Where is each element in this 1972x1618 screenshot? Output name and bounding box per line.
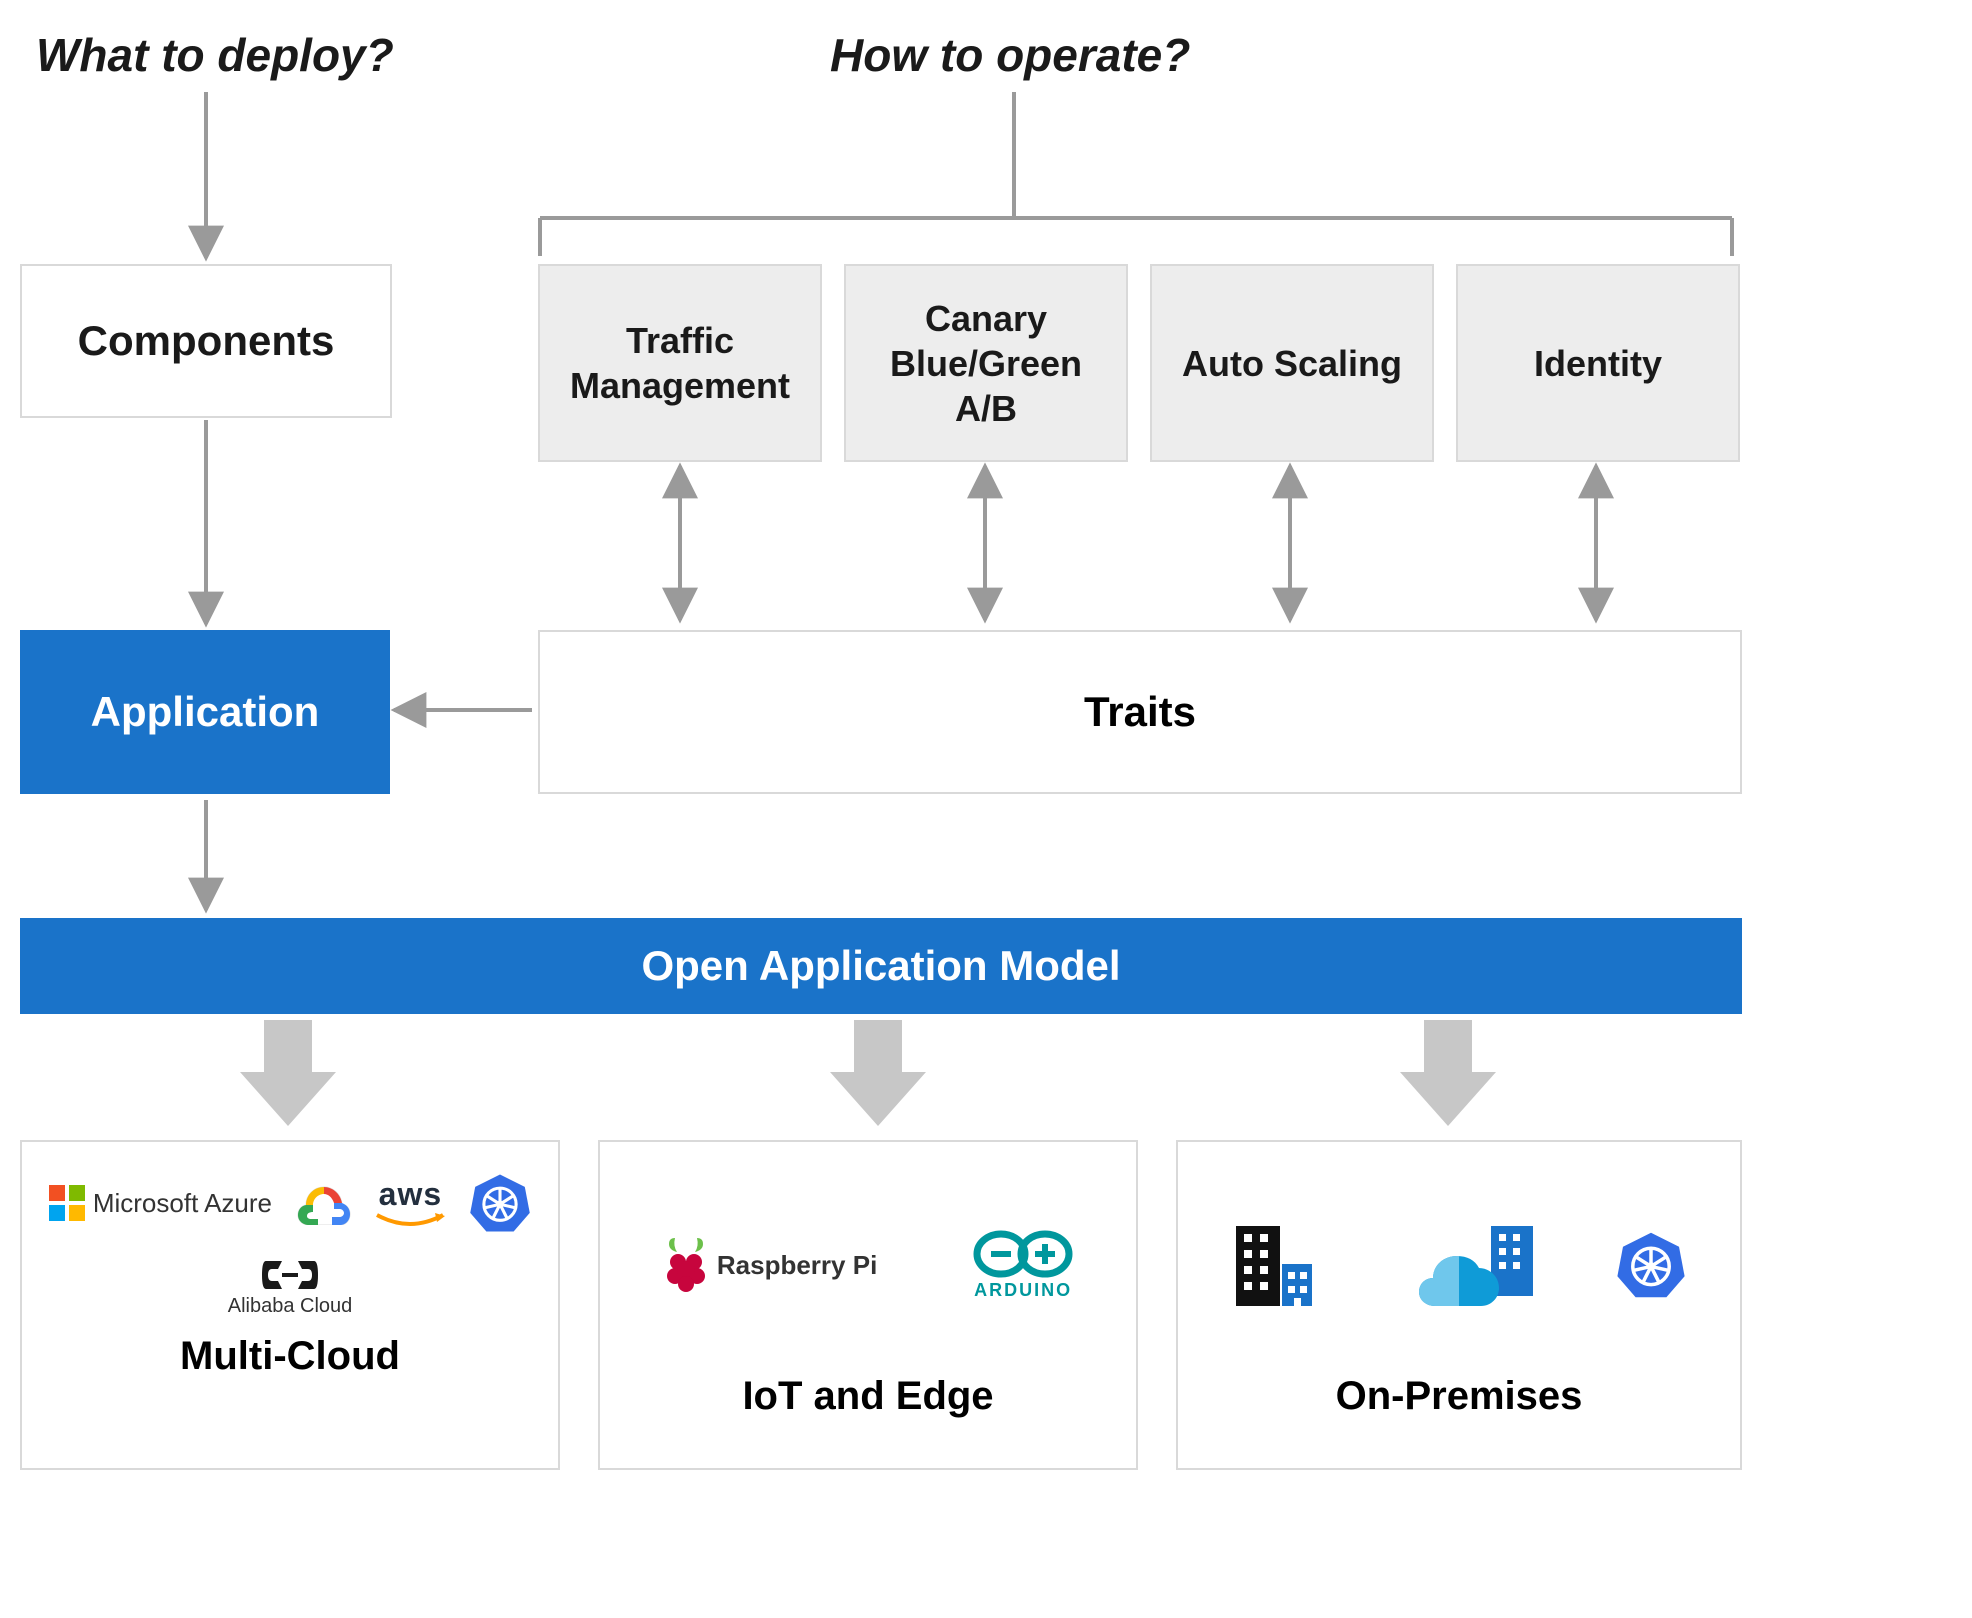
kubernetes-icon <box>469 1172 531 1234</box>
onprem-icons: Datacenter Hybrid Cloud <box>1202 1170 1716 1360</box>
box-canary-bluegreen-ab: Canary Blue/Green A/B <box>844 264 1128 462</box>
iot-title: IoT and Edge <box>624 1374 1112 1419</box>
box-traits: Traits <box>538 630 1742 794</box>
kubernetes-onprem-logo: Kubernetes <box>1616 1230 1686 1300</box>
aws-smile-icon <box>375 1213 445 1231</box>
heading-what-to-deploy: What to deploy? <box>36 28 394 82</box>
box-traffic-management: Traffic Management <box>538 264 822 462</box>
big-arrow-multicloud <box>240 1020 336 1130</box>
arduino-label: ARDUINO <box>974 1280 1072 1301</box>
raspberrypi-logo: Raspberry Pi <box>663 1236 877 1294</box>
target-iot-edge: Raspberry Pi ARDUINO IoT and Edge <box>598 1140 1138 1470</box>
gcp-logo: Google Cloud <box>296 1181 352 1225</box>
target-multicloud: Microsoft Azure Google Cloud aws <box>20 1140 560 1470</box>
box-auto-scaling: Auto Scaling <box>1150 264 1434 462</box>
rpi-label: Raspberry Pi <box>717 1250 877 1281</box>
kubernetes-logo: Kubernetes <box>469 1172 531 1234</box>
label-canary: Canary Blue/Green A/B <box>856 296 1116 431</box>
label-traits: Traits <box>1084 688 1196 736</box>
label-identity: Identity <box>1534 341 1662 386</box>
heading-how-to-operate: How to operate? <box>830 28 1190 82</box>
box-identity: Identity <box>1456 264 1740 462</box>
cloud-building-icon <box>1419 1220 1539 1310</box>
azure-label: Microsoft Azure <box>93 1188 272 1219</box>
bar-open-application-model: Open Application Model <box>20 918 1742 1014</box>
label-traffic-management: Traffic Management <box>550 318 810 408</box>
label-oam: Open Application Model <box>641 942 1120 990</box>
box-application: Application <box>20 630 390 794</box>
aws-logo: aws <box>375 1176 445 1231</box>
big-arrow-iot <box>830 1020 926 1130</box>
microsoft-icon <box>49 1185 85 1221</box>
target-onpremises: Datacenter Hybrid Cloud <box>1176 1140 1742 1470</box>
multicloud-title: Multi-Cloud <box>46 1334 534 1379</box>
buildings-icon <box>1232 1220 1342 1310</box>
multicloud-icons: Microsoft Azure Google Cloud aws <box>46 1170 534 1320</box>
iot-icons: Raspberry Pi ARDUINO <box>624 1170 1112 1360</box>
big-arrow-onprem <box>1400 1020 1496 1130</box>
hybrid-cloud-icon-wrap: Hybrid Cloud <box>1419 1220 1539 1310</box>
aws-label: aws <box>379 1176 442 1213</box>
datacenter-icon-wrap: Datacenter <box>1232 1220 1342 1310</box>
alibaba-icon <box>262 1257 318 1293</box>
label-application: Application <box>91 688 320 736</box>
raspberrypi-icon <box>663 1236 709 1294</box>
label-components: Components <box>78 317 335 365</box>
box-components: Components <box>20 264 392 418</box>
gcp-icon <box>296 1181 352 1225</box>
arduino-icon <box>973 1230 1073 1278</box>
azure-logo: Microsoft Azure <box>49 1185 272 1221</box>
alibaba-label: Alibaba Cloud <box>228 1295 353 1318</box>
kubernetes-icon <box>1616 1230 1686 1300</box>
onprem-title: On-Premises <box>1202 1374 1716 1419</box>
arduino-logo: ARDUINO <box>973 1230 1073 1301</box>
alibaba-logo: Alibaba Cloud <box>228 1257 353 1318</box>
label-autoscale: Auto Scaling <box>1182 341 1402 386</box>
